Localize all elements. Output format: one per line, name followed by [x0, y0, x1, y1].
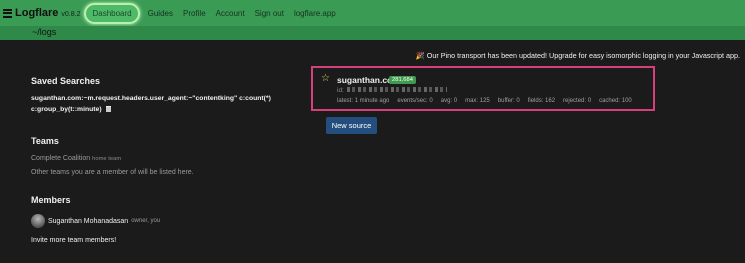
- announcement[interactable]: 🎉 Our Pino transport has been updated! U…: [416, 51, 740, 60]
- new-source-button[interactable]: New source: [326, 117, 377, 134]
- stat-buffer: buffer: 0: [497, 98, 520, 104]
- source-id-label: id:: [337, 87, 344, 94]
- event-count-badge: 281,684: [389, 76, 416, 84]
- saved-search-query-line-1[interactable]: suganthan.com:~m.request.headers.user_ag…: [31, 93, 311, 104]
- team-item[interactable]: Complete Coalition home team: [31, 155, 311, 162]
- menu-icon[interactable]: [3, 8, 12, 18]
- nav-links: Dashboard Guides Profile Account Sign ou…: [84, 2, 340, 24]
- nav-link-logflare-app[interactable]: logflare.app: [294, 9, 336, 18]
- sidebar: Saved Searches suganthan.com:~m.request.…: [31, 76, 311, 244]
- teams-note: Other teams you are a member of will be …: [31, 169, 194, 176]
- brand-name[interactable]: Logflare: [15, 7, 58, 19]
- breadcrumb: ~/logs: [32, 27, 57, 37]
- stat-events-per-sec: events/sec: 0: [397, 98, 433, 104]
- member-role: owner, you: [131, 218, 161, 224]
- members-section: Members Suganthan Mohanadasan owner, you…: [31, 195, 311, 244]
- nav-link-account[interactable]: Account: [216, 9, 245, 18]
- trash-icon[interactable]: [105, 106, 111, 112]
- top-navbar: Logflare v0.8.2 Dashboard Guides Profile…: [0, 0, 745, 26]
- member-row: Suganthan Mohanadasan owner, you: [31, 214, 311, 228]
- nav-link-profile[interactable]: Profile: [183, 9, 206, 18]
- saved-searches-title: Saved Searches: [31, 76, 101, 86]
- member-name: Suganthan Mohanadasan: [48, 217, 129, 225]
- nav-link-guides[interactable]: Guides: [148, 9, 173, 18]
- source-stats: latest: 1 minute ago events/sec: 0 avg: …: [337, 98, 640, 104]
- members-title: Members: [31, 195, 71, 205]
- teams-section: Teams Complete Coalition home team Other …: [31, 136, 311, 176]
- teams-title: Teams: [31, 136, 59, 146]
- stat-avg: avg: 0: [440, 98, 458, 104]
- stat-max: max: 125: [465, 98, 490, 104]
- breadcrumb-bar: ~/logs: [0, 26, 745, 40]
- brand[interactable]: Logflare v0.8.2: [3, 7, 80, 19]
- stat-cached: cached: 100: [599, 98, 632, 104]
- home-team-tag: home team: [92, 156, 122, 162]
- avatar: [31, 214, 45, 228]
- star-icon[interactable]: ☆: [321, 74, 330, 84]
- team-name[interactable]: Complete Coalition: [31, 155, 90, 162]
- version-label: v0.8.2: [61, 10, 81, 18]
- saved-search-query-line-2[interactable]: c:group_by(t::minute): [31, 106, 102, 113]
- saved-search-item[interactable]: suganthan.com:~m.request.headers.user_ag…: [31, 93, 311, 115]
- stat-fields: fields: 162: [527, 98, 556, 104]
- nav-link-dashboard[interactable]: Dashboard: [84, 2, 140, 24]
- stat-rejected: rejected: 0: [563, 98, 592, 104]
- nav-link-sign-out[interactable]: Sign out: [255, 9, 284, 18]
- source-id: id:: [337, 87, 447, 94]
- invite-members-link[interactable]: Invite more team members!: [31, 237, 311, 244]
- source-card: ☆ suganthan.com 281,684 id: latest: 1 mi…: [311, 66, 655, 111]
- stat-latest: latest: 1 minute ago: [337, 98, 390, 104]
- redacted-id: [346, 87, 447, 92]
